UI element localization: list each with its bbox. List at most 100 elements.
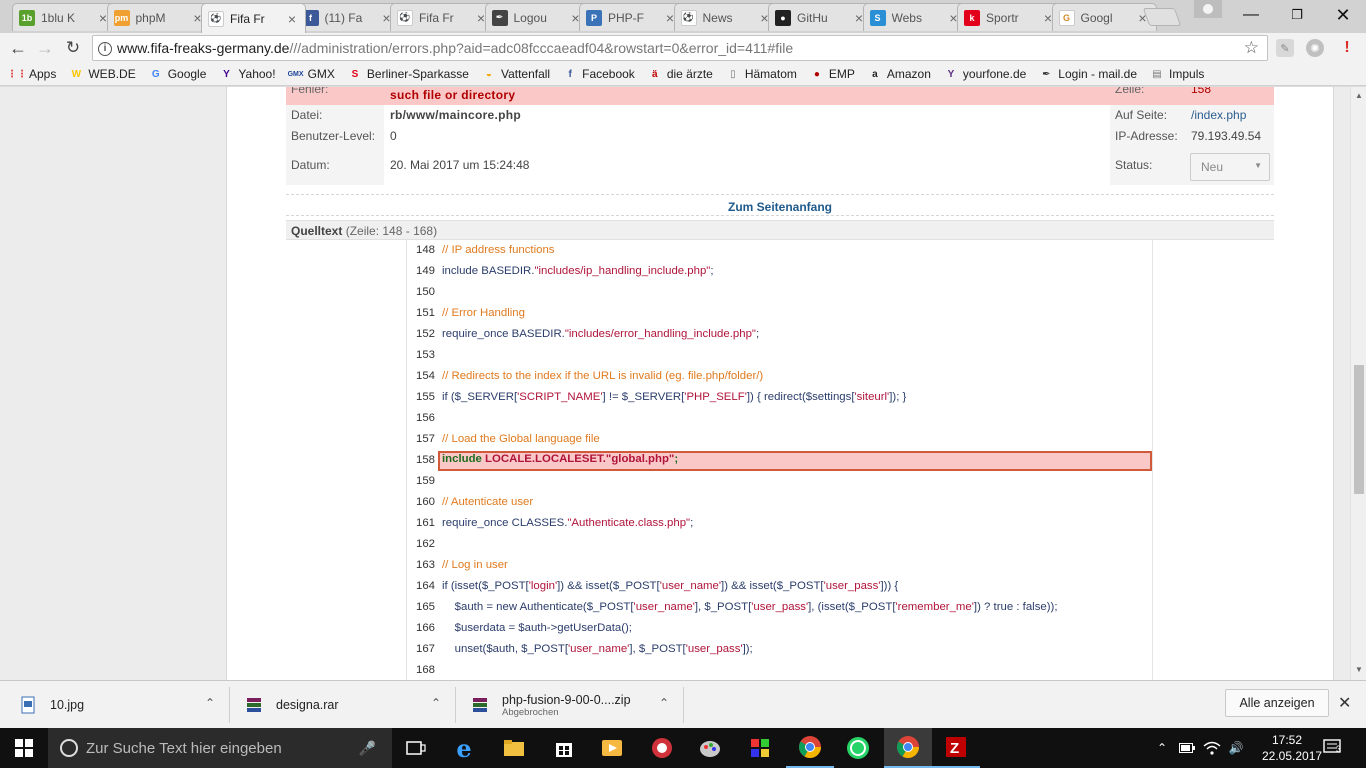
show-hidden-icons-icon[interactable]: ⌃ bbox=[1154, 728, 1170, 768]
chevron-up-icon[interactable]: ⌃ bbox=[205, 696, 215, 710]
browser-tab[interactable]: ⚽ News × bbox=[673, 3, 779, 31]
bookmark-item[interactable]: ✒ Login - mail.de bbox=[1039, 67, 1137, 81]
url-text[interactable]: www.fifa-freaks-germany.de///administrat… bbox=[117, 40, 793, 56]
chevron-up-icon[interactable]: ⌃ bbox=[659, 696, 669, 710]
bookmark-item[interactable]: ⋮⋮ Apps bbox=[7, 67, 56, 81]
file-explorer-icon[interactable] bbox=[490, 728, 538, 768]
bookmark-label: Facebook bbox=[582, 67, 635, 81]
code-string: 'SCRIPT_NAME' bbox=[517, 391, 603, 403]
close-window-button[interactable]: ✕ bbox=[1320, 0, 1366, 30]
code-line: 150 bbox=[407, 282, 1154, 303]
filezilla-icon[interactable]: Z bbox=[932, 728, 980, 768]
browser-tab[interactable]: ⚽ Fifa Fr × bbox=[390, 3, 495, 31]
browser-tab[interactable]: G Googl × bbox=[1051, 3, 1157, 31]
bookmark-item[interactable]: S Berliner-Sparkasse bbox=[348, 67, 469, 81]
close-tab-icon[interactable]: × bbox=[285, 11, 299, 27]
forward-button[interactable]: → bbox=[32, 36, 58, 60]
minimize-button[interactable]: — bbox=[1228, 0, 1274, 30]
show-all-downloads-button[interactable]: Alle anzeigen bbox=[1225, 689, 1329, 717]
bookmark-item[interactable]: Y Yahoo! bbox=[219, 67, 276, 81]
taskbar-clock[interactable]: 17:52 22.05.2017 bbox=[1262, 732, 1322, 764]
action-center-icon[interactable]: 3 bbox=[1318, 736, 1348, 760]
download-name: php-fusion-9-00-0....zip bbox=[502, 692, 631, 707]
scroll-down-icon[interactable]: ▼ bbox=[1351, 665, 1366, 674]
chrome-menu-alert-icon[interactable]: ! bbox=[1338, 39, 1356, 57]
scrollbar-thumb[interactable] bbox=[1354, 365, 1364, 494]
close-shelf-icon[interactable]: ✕ bbox=[1338, 693, 1351, 713]
battery-icon[interactable] bbox=[1178, 728, 1196, 768]
task-view-icon[interactable] bbox=[392, 728, 440, 768]
status-select[interactable]: Neu ▼ bbox=[1190, 153, 1270, 181]
taskbar-search-box[interactable]: Zur Suche Text hier eingeben 🎤 bbox=[48, 728, 392, 768]
pdf-extension-icon[interactable]: ✎ bbox=[1276, 39, 1294, 57]
browser-tab[interactable]: S Webs × bbox=[862, 3, 968, 31]
edge-icon[interactable]: e bbox=[440, 728, 488, 768]
bookmark-item[interactable]: f Facebook bbox=[563, 67, 635, 81]
browser-tab[interactable]: ✒ Logou × bbox=[484, 3, 590, 31]
scroll-up-icon[interactable]: ▲ bbox=[1351, 91, 1366, 100]
back-button[interactable]: ← bbox=[5, 36, 31, 60]
whatsapp-icon[interactable] bbox=[834, 728, 882, 768]
vertical-scrollbar[interactable]: ▲ ▼ bbox=[1350, 87, 1366, 680]
code-token: require_once bbox=[442, 328, 512, 340]
bookmark-item[interactable]: Yyourfone.de bbox=[944, 67, 1027, 81]
chrome-icon[interactable] bbox=[786, 728, 834, 768]
file-row: Datei: rb/www/maincore.php Auf Seite: /i… bbox=[286, 105, 1274, 126]
tab-title: Fifa Fr bbox=[230, 11, 265, 26]
bookmark-item[interactable]: ▯ Hämatom bbox=[726, 67, 797, 81]
download-item[interactable]: 10.jpg ⌃ bbox=[20, 687, 230, 723]
media-player-icon[interactable] bbox=[588, 728, 636, 768]
code-text: // Load the Global language file bbox=[442, 433, 600, 445]
code-token: include bbox=[442, 453, 486, 465]
source-code-box: 148 // IP address functions 149 include BAS… bbox=[406, 240, 1153, 680]
tab-title: Googl bbox=[1080, 10, 1113, 25]
php-fusion-icon: P bbox=[586, 9, 602, 26]
profile-button[interactable] bbox=[1194, 0, 1222, 18]
browser-tab[interactable]: f (11) Fa × bbox=[295, 3, 401, 31]
volume-icon[interactable]: 🔊 bbox=[1226, 728, 1246, 768]
bookmark-item[interactable]: GMX GMX bbox=[288, 67, 335, 81]
new-tab-button[interactable] bbox=[1142, 8, 1182, 26]
paint-icon[interactable] bbox=[686, 728, 734, 768]
extension-icon[interactable]: ✺ bbox=[1306, 39, 1324, 57]
chrome-icon[interactable] bbox=[884, 728, 932, 768]
browser-tab[interactable]: ● GitHu × bbox=[768, 3, 873, 31]
code-token: ; bbox=[690, 517, 694, 529]
browser-tab[interactable]: 1b 1blu K × bbox=[12, 3, 117, 31]
page-link[interactable]: /index.php bbox=[1191, 108, 1246, 122]
microphone-icon[interactable]: 🎤 bbox=[359, 740, 376, 757]
wifi-icon[interactable] bbox=[1202, 728, 1222, 768]
line-number: 152 bbox=[415, 328, 435, 340]
highlighted-code-line: 158 include LOCALE.LOCALESET."global.php"… bbox=[407, 450, 1154, 471]
start-button[interactable] bbox=[0, 728, 48, 768]
browser-tab[interactable]: ⚽ Fifa Fr × bbox=[201, 3, 306, 33]
browser-toolbar: ← → ↻ i www.fifa-freaks-germany.de///adm… bbox=[0, 33, 1366, 63]
browser-tab[interactable]: k Sportr × bbox=[957, 3, 1062, 31]
bookmark-item[interactable]: ▤ Impuls bbox=[1150, 67, 1204, 81]
bookmark-item[interactable]: ◒ Vattenfall bbox=[482, 67, 550, 81]
bookmark-item[interactable]: G Google bbox=[149, 67, 207, 81]
bookmark-item[interactable]: ä die ärzte bbox=[648, 67, 713, 81]
code-text: require_once CLASSES."Authenticate.class… bbox=[442, 517, 693, 529]
game-icon[interactable] bbox=[638, 728, 686, 768]
bookmark-item[interactable]: W WEB.DE bbox=[69, 67, 136, 81]
reload-button[interactable]: ↻ bbox=[60, 36, 86, 60]
bookmark-star-icon[interactable]: ☆ bbox=[1244, 38, 1259, 58]
chevron-up-icon[interactable]: ⌃ bbox=[431, 696, 441, 710]
download-item[interactable]: php-fusion-9-00-0....zip Abgebrochen ⌃ bbox=[472, 687, 684, 723]
bookmark-item[interactable]: ● EMP bbox=[810, 67, 855, 81]
winrar-icon[interactable] bbox=[736, 728, 784, 768]
restore-button[interactable]: ❐ bbox=[1274, 0, 1320, 30]
site-info-icon[interactable]: i bbox=[93, 40, 117, 56]
bookmark-item[interactable]: a Amazon bbox=[868, 67, 931, 81]
browser-tab[interactable]: P PHP-F × bbox=[579, 3, 684, 31]
code-text: if (isset($_POST['login']) && isset($_PO… bbox=[442, 580, 898, 592]
tab-title: Logou bbox=[513, 10, 547, 25]
address-bar[interactable]: i www.fifa-freaks-germany.de///administr… bbox=[92, 35, 1268, 61]
bookmark-label: GMX bbox=[307, 67, 335, 81]
download-item[interactable]: designa.rar ⌃ bbox=[246, 687, 456, 723]
store-icon[interactable] bbox=[540, 728, 588, 768]
tab-title: 1blu K bbox=[41, 10, 76, 25]
back-to-top-link[interactable]: Zum Seitenanfang bbox=[286, 200, 1274, 214]
browser-tab[interactable]: pm phpM × bbox=[106, 3, 212, 31]
